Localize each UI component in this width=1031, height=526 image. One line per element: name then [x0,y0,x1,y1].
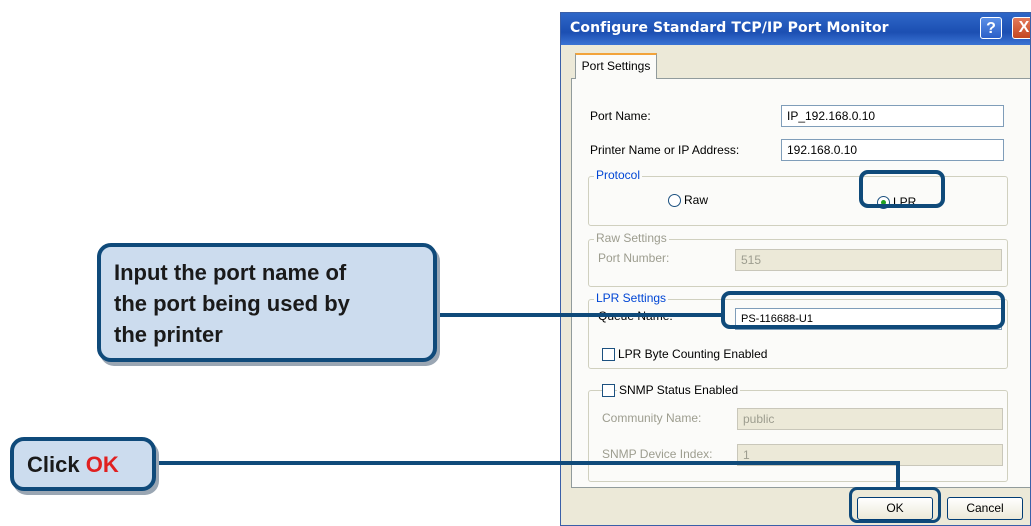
port-number-field[interactable]: 515 [735,249,1002,271]
callout-line-3: the printer [114,322,223,347]
printer-address-label: Printer Name or IP Address: [590,143,740,157]
raw-radio[interactable] [668,194,681,207]
port-name-field[interactable]: IP_192.168.0.10 [781,105,1004,127]
lpr-byte-counting-label: LPR Byte Counting Enabled [618,347,768,361]
tcpip-port-dialog: Configure Standard TCP/IP Port Monitor ?… [560,12,1031,526]
dialog-title: Configure Standard TCP/IP Port Monitor [570,20,889,36]
community-name-field[interactable]: public [737,408,1003,430]
raw-settings-group-label: Raw Settings [594,231,669,245]
snmp-status-label: SNMP Status Enabled [617,383,741,397]
click-ok-text: Click OK [27,449,119,480]
lpr-settings-group-label: LPR Settings [594,291,669,305]
cancel-button[interactable]: Cancel [947,497,1023,520]
title-bar[interactable]: Configure Standard TCP/IP Port Monitor ?… [561,13,1030,45]
lpr-byte-counting-checkbox[interactable] [602,348,615,361]
snmp-device-index-label: SNMP Device Index: [602,447,713,461]
queue-name-highlight-ring [721,291,1005,329]
raw-radio-label: Raw [684,193,709,207]
lpr-highlight-ring [859,170,945,208]
ok-highlight-ring [849,487,941,523]
tab-port-settings[interactable]: Port Settings [575,53,657,79]
click-prefix: Click [27,452,86,477]
port-settings-panel: Port Name: IP_192.168.0.10 Printer Name … [571,78,1030,488]
port-name-label: Port Name: [590,109,651,123]
printer-address-field[interactable]: 192.168.0.10 [781,139,1004,161]
callout-line-1: Input the port name of [114,260,347,285]
snmp-status-checkbox[interactable] [602,384,615,397]
click-ok-callout: Click OK [10,437,156,491]
ok-callout-connector-drop [896,461,900,489]
close-button[interactable]: X [1012,17,1030,39]
ok-callout-connector [154,461,900,465]
help-button[interactable]: ? [980,17,1002,39]
port-name-callout: Input the port name of the port being us… [97,243,437,362]
snmp-group [588,390,1008,482]
click-target: OK [85,452,119,477]
protocol-group [588,176,1008,226]
port-callout-connector [430,313,723,317]
callout-line-2: the port being used by [114,291,350,316]
community-name-label: Community Name: [602,411,702,425]
port-number-label: Port Number: [598,251,670,265]
protocol-group-label: Protocol [594,168,643,182]
